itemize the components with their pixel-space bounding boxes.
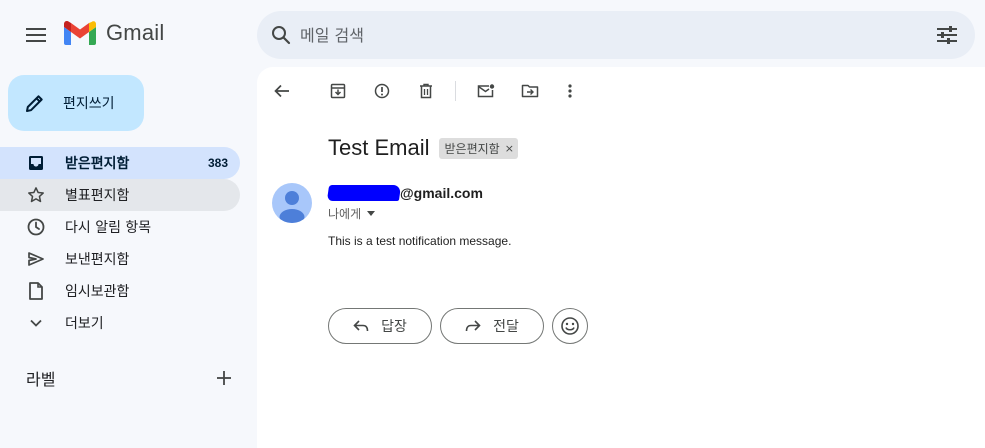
sidebar-item-starred[interactable]: 별표편지함 — [0, 179, 240, 211]
send-icon — [26, 249, 46, 269]
arrow-back-icon — [274, 84, 289, 98]
message-view: Test Email 받은편지함 × @gmail.com 나에게 This i… — [257, 67, 985, 448]
app-name: Gmail — [106, 20, 165, 45]
remove-label-icon[interactable]: × — [505, 142, 514, 155]
report-spam-button[interactable] — [370, 79, 394, 103]
star-icon — [26, 185, 46, 205]
smiley-icon — [561, 317, 579, 335]
search-options-icon[interactable] — [933, 21, 961, 49]
sidebar-item-label: 보낸편지함 — [65, 252, 130, 268]
add-label-button[interactable] — [212, 366, 236, 390]
move-to-folder-icon — [521, 84, 539, 98]
sender-avatar[interactable] — [272, 183, 312, 223]
caret-down-icon — [367, 211, 376, 216]
more-options-button[interactable] — [558, 79, 582, 103]
email-body: This is a test notification message. — [328, 234, 512, 248]
sidebar-item-sent[interactable]: 보낸편지함 — [0, 243, 240, 275]
search-bar[interactable] — [257, 11, 975, 59]
compose-button[interactable]: 편지쓰기 — [8, 75, 144, 131]
mark-unread-button[interactable] — [474, 79, 498, 103]
person-icon — [279, 191, 305, 223]
sidebar-item-inbox[interactable]: 받은편지함 383 — [0, 147, 240, 179]
pencil-icon — [26, 95, 43, 112]
unread-count: 383 — [207, 156, 228, 170]
mark-unread-icon — [477, 84, 495, 98]
sidebar-item-more[interactable]: 더보기 — [0, 307, 240, 339]
more-vert-icon — [568, 84, 572, 98]
plus-icon — [217, 371, 231, 385]
archive-button[interactable] — [326, 79, 350, 103]
reply-label: 답장 — [381, 319, 407, 335]
reply-button[interactable]: 답장 — [328, 308, 432, 344]
redacted-sender-name — [326, 185, 402, 201]
forward-label: 전달 — [493, 319, 519, 335]
gmail-logo[interactable]: Gmail — [64, 20, 164, 46]
sidebar-item-label: 다시 알림 항목 — [65, 220, 152, 236]
email-subject: Test Email — [328, 135, 430, 160]
sidebar-item-label: 더보기 — [65, 316, 104, 332]
recipient-label: 나에게 — [328, 207, 362, 221]
draft-icon — [26, 281, 46, 301]
chevron-down-icon — [26, 313, 46, 333]
sidebar-item-label: 임시보관함 — [65, 284, 130, 300]
move-to-button[interactable] — [518, 79, 542, 103]
sidebar-item-drafts[interactable]: 임시보관함 — [0, 275, 240, 307]
sender-domain: @gmail.com — [400, 185, 483, 201]
toolbar-divider — [455, 81, 456, 101]
inbox-icon — [26, 153, 46, 173]
label-chip-inbox[interactable]: 받은편지함 × — [439, 137, 518, 159]
report-icon — [374, 83, 390, 99]
labels-section-header: 라벨 — [26, 366, 236, 390]
emoji-reaction-button[interactable] — [552, 308, 588, 344]
label-chip-text: 받은편지함 — [444, 141, 500, 156]
back-button[interactable] — [270, 79, 294, 103]
trash-icon — [420, 83, 432, 99]
reply-icon — [353, 320, 369, 332]
sidebar-item-snoozed[interactable]: 다시 알림 항목 — [0, 211, 240, 243]
search-icon[interactable] — [267, 21, 295, 49]
search-input[interactable] — [300, 21, 920, 49]
sender-address[interactable]: @gmail.com — [326, 185, 483, 201]
compose-label: 편지쓰기 — [63, 96, 115, 112]
main-menu-button[interactable] — [16, 15, 56, 55]
forward-icon — [465, 320, 481, 332]
sidebar-item-label: 받은편지함 — [65, 156, 130, 172]
gmail-m-icon — [64, 21, 96, 45]
delete-button[interactable] — [414, 79, 438, 103]
clock-icon — [26, 217, 46, 237]
recipient-details-toggle[interactable]: 나에게 — [328, 205, 376, 222]
sidebar-item-label: 별표편지함 — [65, 188, 130, 204]
forward-button[interactable]: 전달 — [440, 308, 544, 344]
email-subject-row: Test Email 받은편지함 × — [328, 135, 518, 161]
sidebar-nav: 받은편지함 383 별표편지함 다시 알림 항목 보낸편지함 임시보관함 더보기 — [0, 147, 240, 339]
hamburger-icon — [26, 28, 46, 42]
archive-icon — [330, 83, 346, 99]
labels-heading: 라벨 — [26, 370, 56, 389]
